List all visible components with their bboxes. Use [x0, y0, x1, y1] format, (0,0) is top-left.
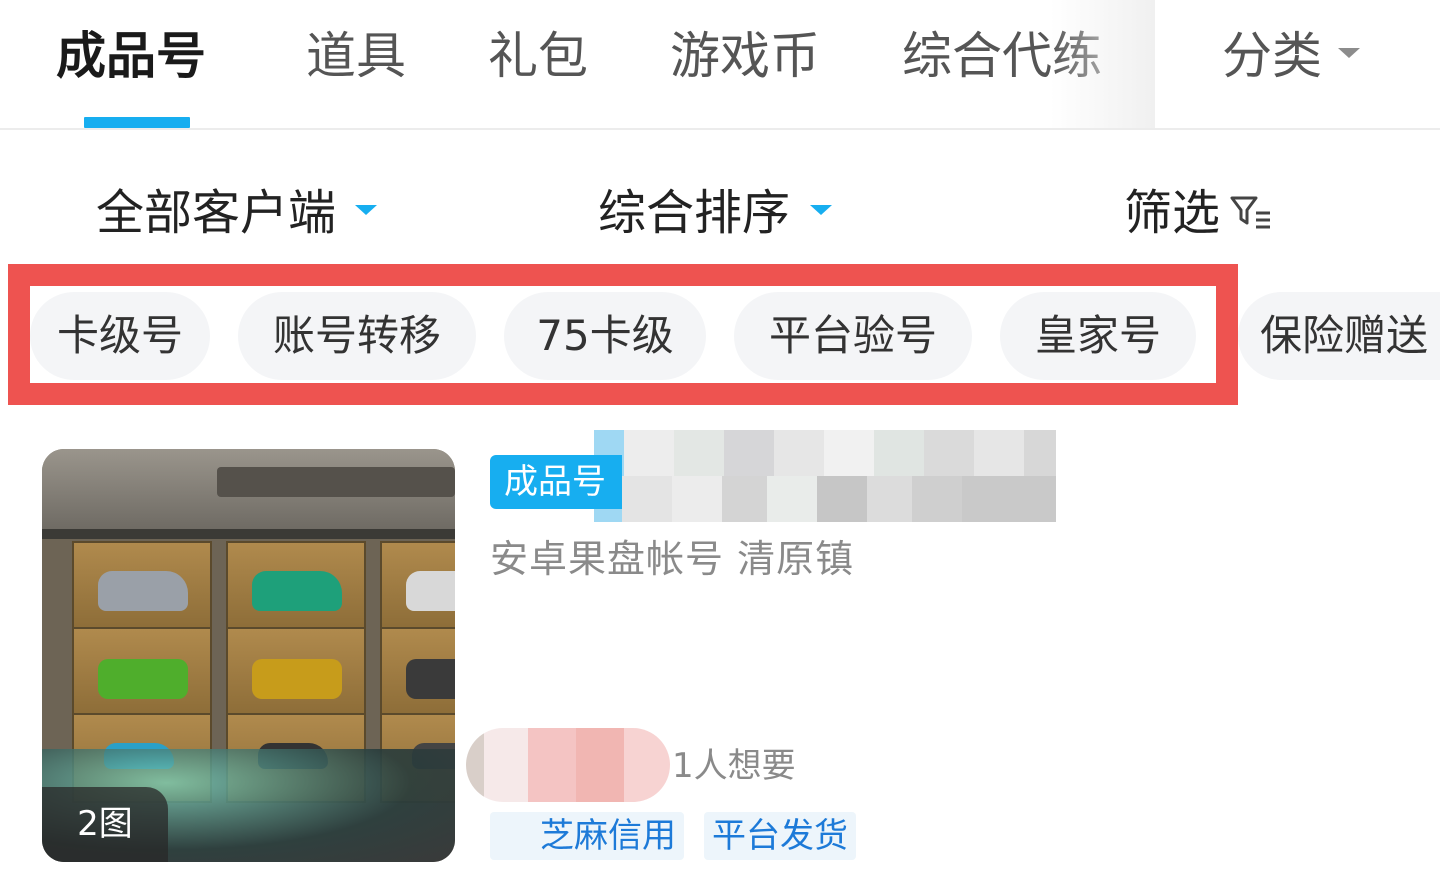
- vehicle-cell: [380, 627, 455, 717]
- client-caret-icon: [355, 205, 377, 215]
- buggy-icon: [406, 659, 455, 699]
- category-dropdown[interactable]: 分类: [1222, 26, 1322, 86]
- wants-count: 1人想要: [672, 746, 796, 786]
- highlight-annotation-box: [8, 264, 1238, 405]
- listing-thumbnail[interactable]: 2图: [42, 449, 455, 862]
- buggy-icon: [252, 659, 342, 699]
- sort-dropdown[interactable]: 综合排序: [598, 184, 790, 242]
- listing-subtitle: 安卓果盘帐号 清原镇: [490, 537, 855, 581]
- tag-platform-delivery: 平台发货: [704, 812, 856, 860]
- chevron-down-icon: [1338, 48, 1360, 58]
- filter-button[interactable]: 筛选: [1124, 184, 1220, 242]
- vehicle-cell: [72, 541, 212, 631]
- tab-items[interactable]: 道具: [306, 26, 406, 86]
- listing-type-badge: 成品号: [490, 455, 622, 509]
- car-icon: [252, 571, 342, 611]
- car-icon: [406, 571, 455, 611]
- blurred-title-lower: [622, 476, 1056, 522]
- page: 成品号 道具 礼包 游戏币 综合代练 分类 全部客户端 综合排序 筛选 卡级号 …: [0, 0, 1440, 893]
- buggy-icon: [98, 659, 188, 699]
- tag-sesame-credit: 芝麻信用: [490, 812, 684, 860]
- chip-insurance-gift[interactable]: 保险赠送: [1238, 292, 1440, 380]
- tab-game-currency[interactable]: 游戏币: [670, 26, 820, 86]
- vehicle-cell: [380, 541, 455, 631]
- top-tab-bar: 成品号 道具 礼包 游戏币 综合代练 分类: [0, 0, 1440, 130]
- active-tab-indicator: [84, 117, 190, 128]
- image-count-badge: 2图: [42, 787, 168, 862]
- tab-finished-account[interactable]: 成品号: [56, 26, 206, 86]
- tab-gift-pack[interactable]: 礼包: [488, 26, 588, 86]
- sort-caret-icon: [810, 205, 832, 215]
- vehicle-cell: [72, 627, 212, 717]
- blurred-seller-avatars: [466, 728, 670, 802]
- vehicle-cell: [226, 541, 366, 631]
- car-icon: [98, 571, 188, 611]
- vehicle-cell: [226, 627, 366, 717]
- filter-funnel-icon[interactable]: [1230, 195, 1272, 231]
- thumb-divider: [42, 529, 455, 539]
- thumb-search-bar: [217, 467, 455, 497]
- tab-scroll-fade: [1050, 0, 1155, 128]
- client-filter-dropdown[interactable]: 全部客户端: [96, 184, 336, 242]
